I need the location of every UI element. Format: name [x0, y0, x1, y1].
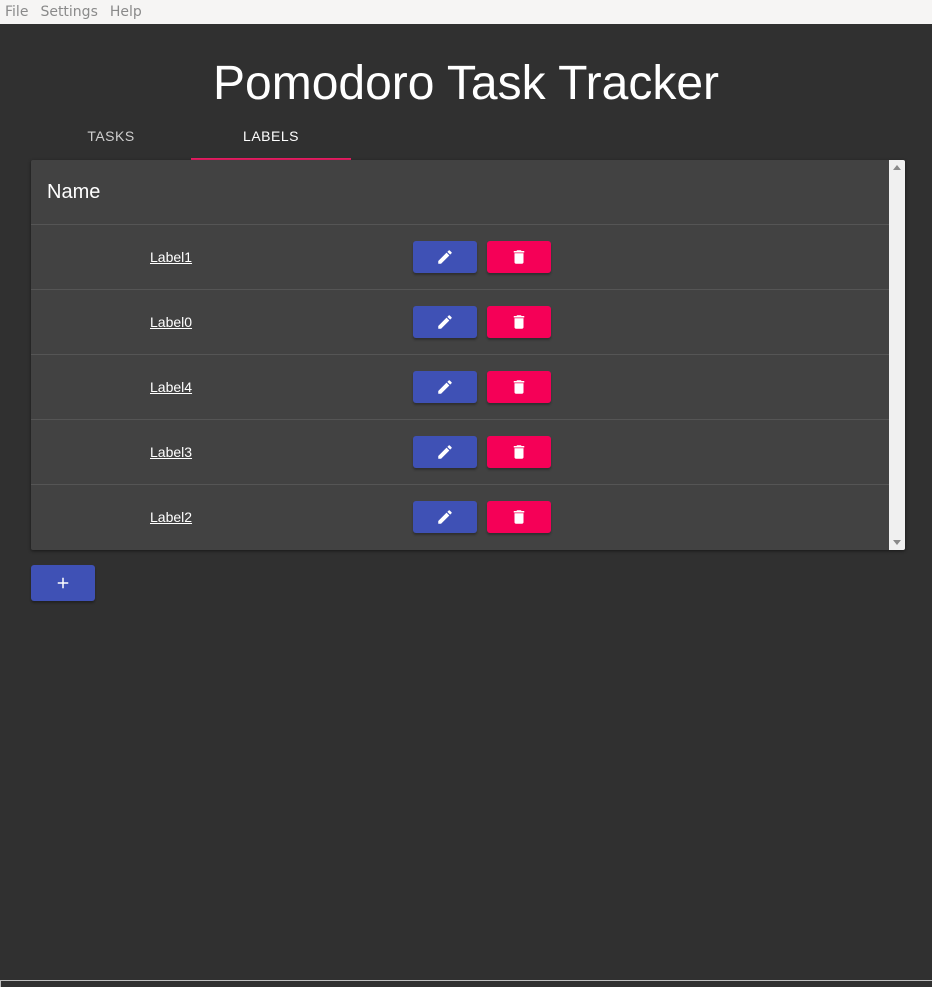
pencil-icon: [438, 250, 452, 264]
trash-icon: [513, 510, 525, 524]
table-row: Label1: [31, 225, 889, 290]
scroll-up-arrow-icon[interactable]: [893, 165, 901, 170]
column-header-name: Name: [47, 180, 101, 203]
trash-icon: [513, 445, 525, 459]
plus-icon: [57, 577, 69, 589]
edit-label-button[interactable]: [413, 306, 477, 338]
label-name-link[interactable]: Label2: [150, 485, 192, 549]
label-name-link[interactable]: Label0: [150, 290, 192, 354]
table-row: Label4: [31, 355, 889, 420]
pencil-icon: [438, 380, 452, 394]
vertical-scrollbar[interactable]: [889, 160, 905, 550]
menu-help[interactable]: Help: [104, 0, 148, 24]
edit-label-button[interactable]: [413, 241, 477, 273]
menu-file[interactable]: File: [0, 0, 34, 24]
trash-icon: [513, 250, 525, 264]
delete-label-button[interactable]: [487, 371, 551, 403]
edit-label-button[interactable]: [413, 371, 477, 403]
table-header: Name: [31, 160, 889, 225]
edit-label-button[interactable]: [413, 501, 477, 533]
delete-label-button[interactable]: [487, 306, 551, 338]
labels-table: Name Label1 Label0 Label4 Label3 Label2: [31, 160, 889, 550]
pencil-icon: [438, 315, 452, 329]
delete-label-button[interactable]: [487, 501, 551, 533]
tab-tasks[interactable]: Tasks: [31, 112, 191, 160]
menu-bar: File Settings Help: [0, 0, 932, 24]
scroll-down-arrow-icon[interactable]: [893, 540, 901, 545]
table-row: Label0: [31, 290, 889, 355]
label-name-link[interactable]: Label3: [150, 420, 192, 484]
labels-table-panel: Name Label1 Label0 Label4 Label3 Label2: [31, 160, 905, 550]
trash-icon: [513, 315, 525, 329]
tab-bar: Tasks Labels: [31, 112, 351, 160]
tab-labels[interactable]: Labels: [191, 112, 351, 160]
label-name-link[interactable]: Label4: [150, 355, 192, 419]
delete-label-button[interactable]: [487, 241, 551, 273]
pencil-icon: [438, 445, 452, 459]
window-bottom-edge: [0, 980, 932, 987]
table-row: Label3: [31, 420, 889, 485]
pencil-icon: [438, 510, 452, 524]
label-name-link[interactable]: Label1: [150, 225, 192, 289]
add-label-button[interactable]: [31, 565, 95, 601]
edit-label-button[interactable]: [413, 436, 477, 468]
page-title: Pomodoro Task Tracker: [213, 57, 719, 110]
delete-label-button[interactable]: [487, 436, 551, 468]
table-row: Label2: [31, 485, 889, 550]
menu-settings[interactable]: Settings: [34, 0, 103, 24]
trash-icon: [513, 380, 525, 394]
